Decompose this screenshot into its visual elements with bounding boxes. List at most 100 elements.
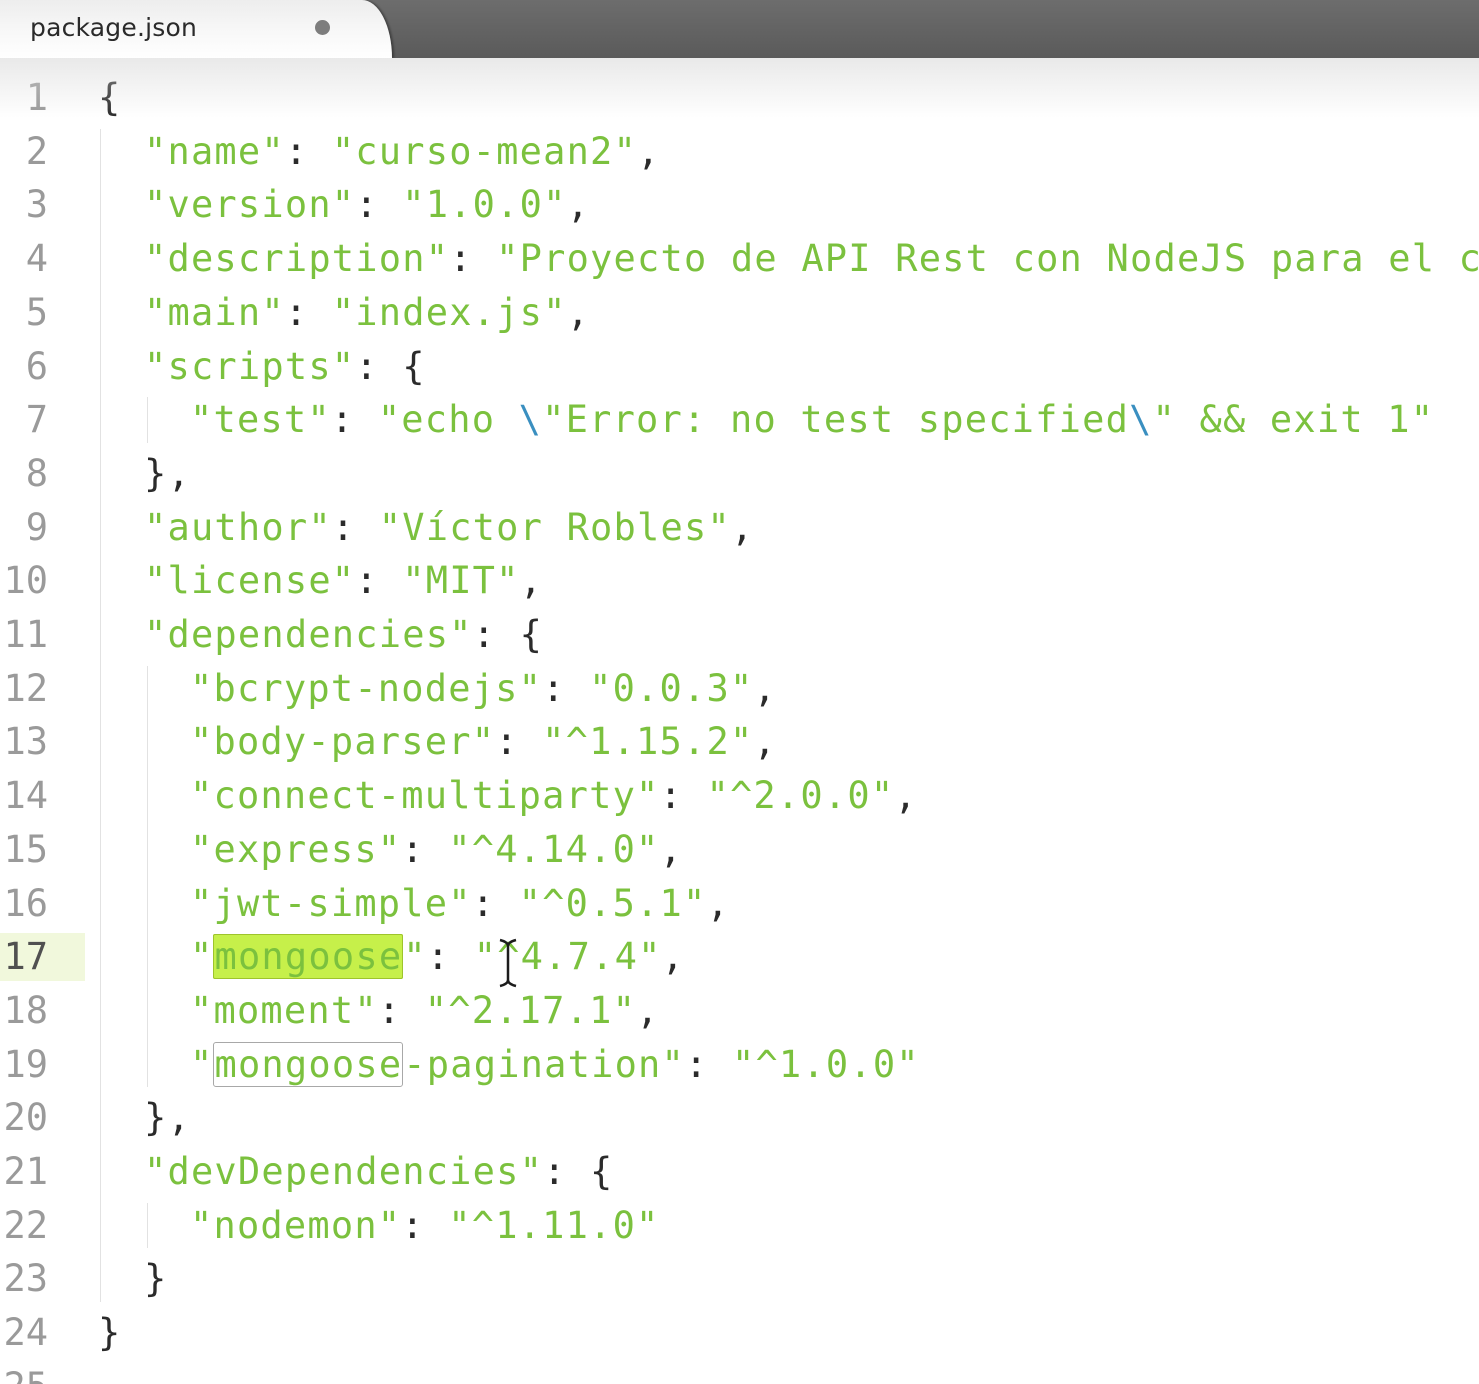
punctuation-token: :: [659, 774, 707, 818]
line-code: "license": "MIT",: [144, 559, 543, 603]
json-key-token: "express": [190, 827, 402, 871]
code-line[interactable]: 24}: [0, 1306, 1479, 1360]
line-number: 15: [3, 827, 48, 871]
code-line[interactable]: 3 "version": "1.0.0",: [0, 178, 1479, 232]
code-line[interactable]: 20},: [0, 1091, 1479, 1145]
json-key-token: "dependencies": [144, 613, 473, 656]
punctuation-token: :: [685, 1042, 732, 1086]
code-line[interactable]: 13 "body-parser": "^1.15.2",: [0, 715, 1479, 769]
line-number: 1: [25, 76, 48, 119]
punctuation-token: :: [401, 1203, 449, 1247]
punctuation-token: ,: [519, 559, 544, 603]
line-code: "version": "1.0.0",: [144, 183, 590, 227]
punctuation-token: ,: [636, 988, 660, 1032]
punctuation-token: }: [144, 1257, 168, 1301]
selected-word-highlight: mongoose: [213, 934, 404, 980]
unsaved-dot-icon[interactable]: [315, 20, 330, 35]
code-line[interactable]: 23}: [0, 1252, 1479, 1306]
code-line[interactable]: 22 "nodemon": "^1.11.0": [0, 1199, 1479, 1253]
code-line[interactable]: 25: [0, 1360, 1479, 1384]
code-line[interactable]: 17 "mongoose": "^4.7.4",: [0, 930, 1479, 984]
punctuation-token: ,: [637, 129, 661, 173]
punctuation-token: :: [471, 881, 519, 925]
code-line[interactable]: 12 "bcrypt-nodejs": "0.0.3",: [0, 662, 1479, 716]
line-code: "body-parser": "^1.15.2",: [190, 720, 777, 764]
line-number: 2: [25, 129, 48, 173]
punctuation-token: :: [449, 237, 497, 281]
code-line[interactable]: 16 "jwt-simple": "^0.5.1",: [0, 877, 1479, 931]
json-string-token: "curso-mean2": [331, 129, 637, 173]
json-string-token: "^1.11.0": [448, 1203, 660, 1247]
line-code: "mongoose": "^4.7.4",: [190, 934, 685, 980]
punctuation-token: ,: [894, 774, 918, 818]
indent-guide: [147, 1202, 148, 1249]
json-key-token: ": [190, 1042, 214, 1086]
code-line[interactable]: 2 "name": "curso-mean2",: [0, 125, 1479, 179]
punctuation-token: : {: [472, 613, 544, 656]
json-key-token: "connect-multiparty": [190, 774, 660, 818]
code-line[interactable]: 1{: [0, 71, 1479, 125]
json-string-token: "^2.0.0": [706, 774, 895, 818]
code-line[interactable]: 14 "connect-multiparty": "^2.0.0",: [0, 769, 1479, 823]
line-code: "mongoose-pagination": "^1.0.0": [190, 1041, 920, 1087]
punctuation-token: ,: [730, 505, 755, 549]
punctuation-token: :: [355, 183, 403, 227]
line-code: },: [144, 452, 191, 496]
line-code: {: [98, 76, 121, 120]
code-line[interactable]: 10 "license": "MIT",: [0, 554, 1479, 608]
json-string-token: "echo: [377, 398, 519, 442]
json-key-token: "body-parser": [190, 720, 496, 764]
json-key-token: "nodemon": [190, 1203, 402, 1247]
code-line[interactable]: 4 "description": "Proyecto de API Rest co…: [0, 232, 1479, 286]
code-line[interactable]: 19 "mongoose-pagination": "^1.0.0": [0, 1038, 1479, 1092]
punctuation-token: {: [98, 76, 122, 119]
json-string-token: " && exit 1": [1152, 398, 1435, 442]
line-code: "express": "^4.14.0",: [190, 828, 683, 872]
json-string-token: "Proyecto de API Rest con NodeJS para el…: [496, 237, 1479, 281]
json-key-token: "devDependencies": [144, 1150, 544, 1193]
line-number: 13: [3, 720, 48, 764]
punctuation-token: :: [377, 988, 425, 1032]
line-number: 16: [3, 881, 48, 925]
line-code: "bcrypt-nodejs": "0.0.3",: [190, 667, 777, 711]
code-line[interactable]: 8},: [0, 447, 1479, 501]
json-string-token: "1.0.0": [402, 183, 567, 227]
code-line[interactable]: 7 "test": "echo \"Error: no test specifie…: [0, 393, 1479, 447]
json-key-token: ": [403, 935, 427, 979]
punctuation-token: :: [542, 666, 590, 710]
json-key-token: "jwt-simple": [190, 881, 472, 925]
line-code: "dependencies": {: [144, 613, 543, 657]
line-number: 25: [0, 1365, 48, 1384]
json-string-token: "^0.5.1": [518, 881, 707, 925]
punctuation-token: ,: [706, 881, 730, 925]
json-string-token: "^4.14.0": [448, 827, 660, 871]
line-number: 18: [3, 988, 48, 1032]
punctuation-token: ,: [659, 827, 684, 871]
json-key-token: "moment": [190, 988, 378, 1032]
code-line[interactable]: 15 "express": "^4.14.0",: [0, 823, 1479, 877]
line-number: 14: [3, 774, 48, 818]
code-line[interactable]: 9 "author": "Víctor Robles",: [0, 501, 1479, 555]
tab-bar: package.json: [0, 0, 1479, 58]
code-line[interactable]: 6 "scripts": {: [0, 340, 1479, 394]
line-code: "moment": "^2.17.1",: [190, 989, 660, 1033]
line-code: "devDependencies": {: [144, 1150, 614, 1194]
line-code: },: [144, 1096, 191, 1140]
punctuation-token: :: [330, 398, 378, 442]
code-editor[interactable]: 1{2 "name": "curso-mean2", 3 "version": "1.…: [0, 58, 1479, 1384]
code-line[interactable]: 5 "main": "index.js",: [0, 286, 1479, 340]
line-number: 24: [3, 1311, 48, 1355]
line-code: }: [98, 1311, 121, 1355]
line-number: 10: [3, 559, 48, 603]
tab-package-json[interactable]: package.json: [0, 0, 392, 58]
line-number: 17: [3, 935, 48, 979]
code-line[interactable]: 21 "devDependencies": {: [0, 1145, 1479, 1199]
code-line[interactable]: 11 "dependencies": {: [0, 608, 1479, 662]
punctuation-token: :: [284, 290, 332, 334]
line-code: "description": "Proyecto de API Rest con…: [144, 237, 1479, 281]
code-line[interactable]: 18 "moment": "^2.17.1",: [0, 984, 1479, 1038]
line-code: "connect-multiparty": "^2.0.0",: [190, 774, 918, 818]
indent-guide: [147, 397, 148, 443]
json-string-token: "Error: no test specified: [542, 398, 1130, 442]
punctuation-token: :: [495, 720, 543, 764]
